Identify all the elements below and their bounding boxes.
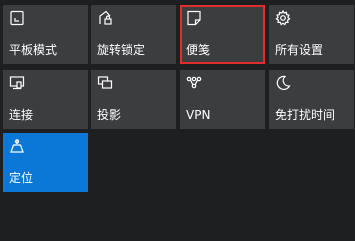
location-icon [9,138,25,154]
connect-tile[interactable]: 连接 [3,70,88,129]
location-label: 定位 [9,171,34,185]
moon-icon [275,75,291,91]
tablet-mode-label: 平板模式 [9,43,58,57]
note-tile[interactable]: 便笺 [180,5,265,64]
project-icon [97,75,113,91]
all-settings-tile[interactable]: 所有设置 [269,5,354,64]
note-label: 便笺 [186,43,211,57]
project-label: 投影 [97,108,122,122]
note-icon [186,10,202,26]
tablet-mode-tile[interactable]: 平板模式 [3,5,88,64]
tablet-mode-icon [9,10,25,26]
location-tile[interactable]: 定位 [3,133,88,192]
vpn-label: VPN [186,108,211,122]
rotation-lock-label: 旋转锁定 [97,43,146,57]
project-tile[interactable]: 投影 [91,70,176,129]
rotation-lock-tile[interactable]: 旋转锁定 [91,5,176,64]
quiet-hours-tile[interactable]: 免打扰时间 [269,70,354,129]
all-settings-label: 所有设置 [275,43,324,57]
connect-label: 连接 [9,108,34,122]
action-center-panel: 平板模式 旋转锁定 便笺 所有设置 连接 投影 VPN 免打扰时间 定位 [0,0,355,241]
connect-icon [9,75,25,91]
gear-icon [275,10,291,26]
quiet-hours-label: 免打扰时间 [275,108,336,122]
vpn-tile[interactable]: VPN [180,70,265,129]
rotation-lock-icon [97,10,113,26]
vpn-icon [186,75,202,91]
